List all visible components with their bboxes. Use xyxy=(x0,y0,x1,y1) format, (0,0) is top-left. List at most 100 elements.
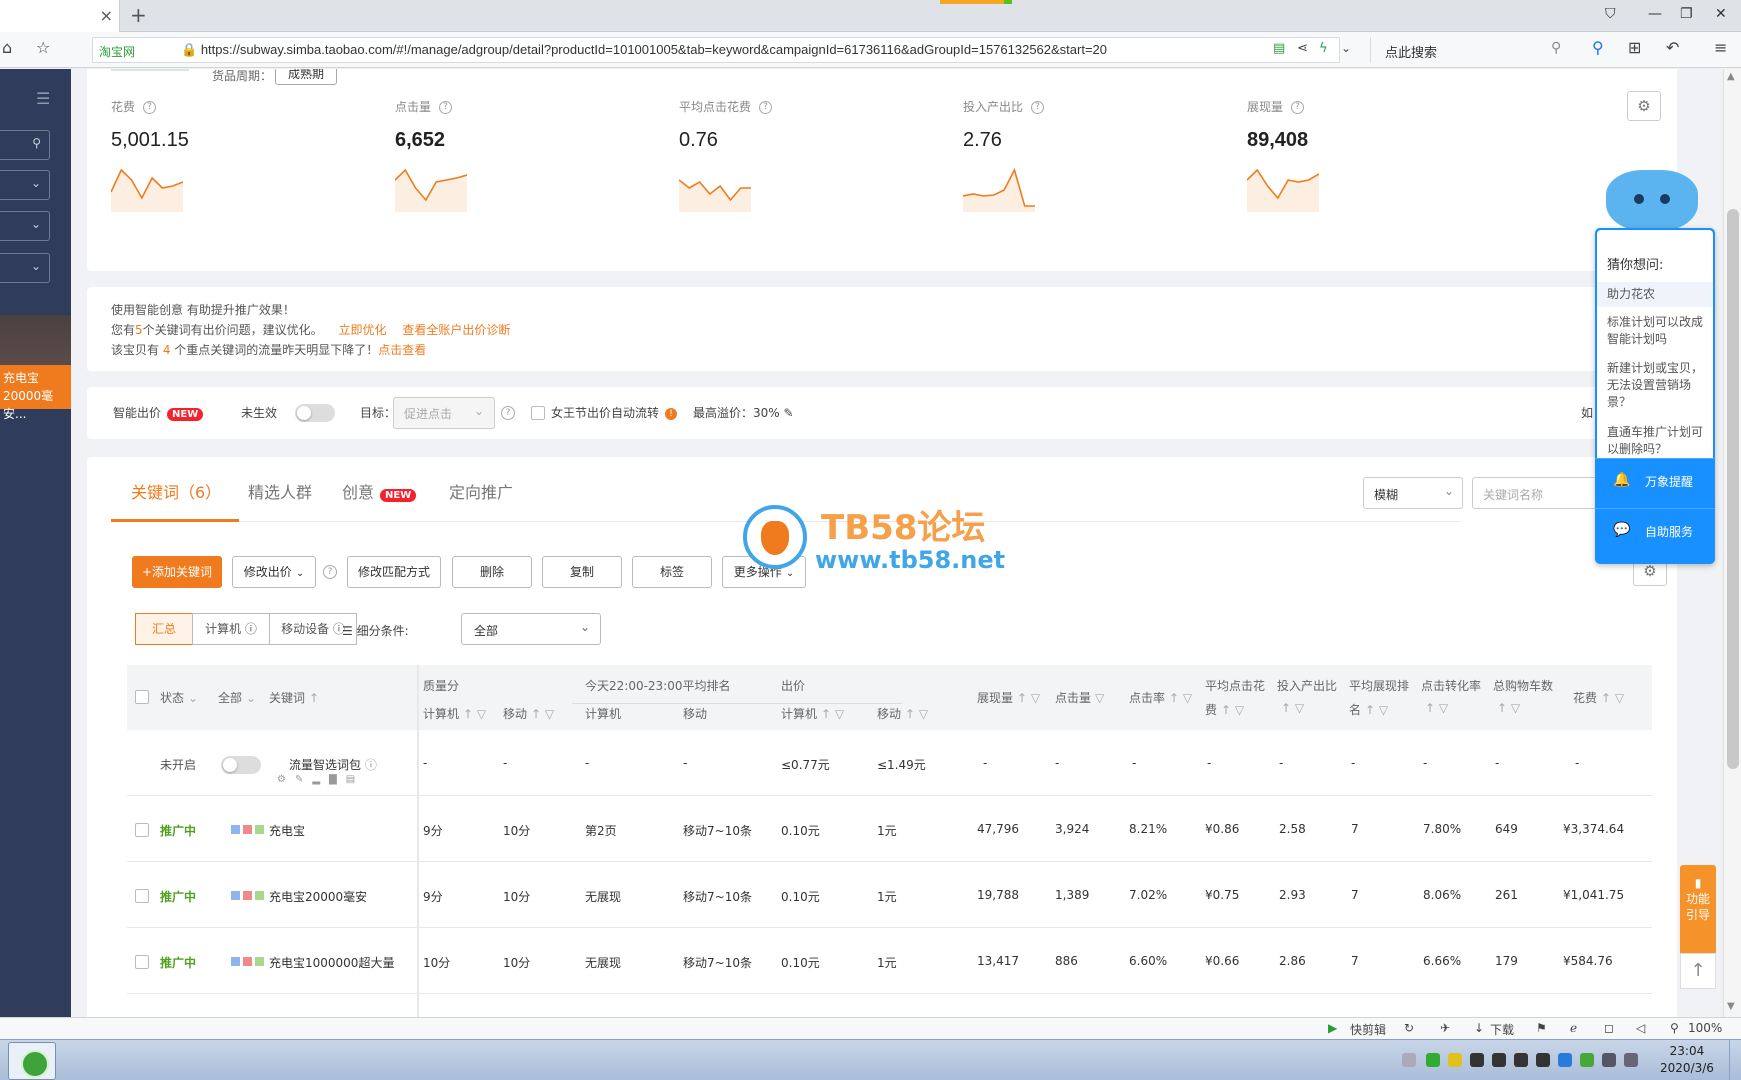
show-desktop-button[interactable] xyxy=(1729,1040,1741,1080)
clip-icon[interactable]: ▶ xyxy=(1328,1021,1337,1035)
th-quality-mobile[interactable]: 移动 ↑ ▽ xyxy=(503,705,554,722)
helper-question[interactable]: 新建计划或宝贝，无法设置营销场景？ xyxy=(1597,356,1713,415)
th-impressions[interactable]: 展现量 ↑ ▽ xyxy=(977,689,1040,706)
helper-question[interactable]: 直通车推广计划可以删除吗？ xyxy=(1597,420,1713,462)
cell-b-mobile[interactable]: 1元 xyxy=(877,888,897,905)
menu-icon[interactable]: ≡ xyxy=(1714,38,1727,57)
shield-icon[interactable] xyxy=(1558,1053,1572,1067)
goal-select[interactable]: 促进点击 ⌄ xyxy=(393,397,495,429)
restore-icon[interactable]: ❐ xyxy=(1680,6,1693,22)
help-icon[interactable]: ? xyxy=(759,101,773,114)
smart-bid-toggle[interactable] xyxy=(295,404,335,422)
th-cvr[interactable]: 点击转化率 xyxy=(1421,677,1481,694)
row-checkbox[interactable] xyxy=(135,823,149,837)
search-icon[interactable]: ⚲ xyxy=(1551,40,1561,56)
edit-pencil-icon[interactable]: ✎ xyxy=(784,406,794,420)
bid-diagnosis-link[interactable]: 查看全账户出价诊断 xyxy=(402,323,510,337)
home-icon[interactable]: ⌂ xyxy=(2,38,12,57)
pack-action-icons[interactable]: ⚙✎▂▇▤ xyxy=(277,774,364,785)
ie-icon[interactable]: ℯ xyxy=(1570,1021,1577,1035)
keyboard-icon[interactable] xyxy=(1402,1053,1416,1067)
helper-question[interactable]: 标准计划可以改成智能计划吗 xyxy=(1597,310,1713,352)
help-icon[interactable]: ? xyxy=(501,406,515,420)
help-icon[interactable]: ? xyxy=(143,101,157,114)
back-to-top-icon[interactable]: ↑ xyxy=(1680,953,1716,989)
flag-icon[interactable] xyxy=(1602,1053,1616,1067)
tab-audience[interactable]: 精选人群 xyxy=(248,479,312,503)
sound-tray-icon[interactable] xyxy=(1426,1053,1440,1067)
filter-select[interactable]: 全部 ⌄ xyxy=(461,613,601,645)
th-cost[interactable]: 花费 ↑ ▽ xyxy=(1573,689,1624,706)
cell-b-pc[interactable]: 0.10元 xyxy=(781,822,820,839)
row-color-tags[interactable] xyxy=(231,823,267,837)
th-cpc[interactable]: 平均点击花 xyxy=(1205,677,1265,694)
th-cvr-sort[interactable]: ↑ ▽ xyxy=(1421,701,1448,715)
th-carts-sort[interactable]: ↑ ▽ xyxy=(1493,701,1520,715)
reader-icon[interactable]: ▤ xyxy=(1273,41,1285,56)
help-icon[interactable]: ⓘ xyxy=(365,758,377,772)
cell-b-mobile[interactable]: ≤1.49元 xyxy=(877,756,926,773)
th-quality-pc[interactable]: 计算机 ↑ ▽ xyxy=(423,705,486,722)
helper-question[interactable]: 助力花农 xyxy=(1597,282,1713,307)
sidebar-select-2[interactable]: ⌄ xyxy=(0,211,50,241)
qq-icon[interactable] xyxy=(1536,1053,1550,1067)
pack-toggle[interactable] xyxy=(221,756,261,774)
th-cpc-2[interactable]: 费 ↑ ▽ xyxy=(1205,701,1244,718)
row-keyword[interactable]: 充电宝20000毫安 xyxy=(269,888,367,905)
row-checkbox[interactable] xyxy=(135,889,149,903)
qq-icon[interactable] xyxy=(1492,1053,1506,1067)
add-keyword-button[interactable]: +添加关键词 xyxy=(132,556,222,588)
th-ctr[interactable]: 点击率 ↑ ▽ xyxy=(1129,689,1192,706)
help-icon[interactable]: ? xyxy=(323,565,337,579)
browser-taskbar-icon[interactable] xyxy=(8,1042,56,1080)
qq-icon[interactable] xyxy=(1514,1053,1528,1067)
th-roi-sort[interactable]: ↑ ▽ xyxy=(1277,701,1304,715)
sidebar-select-1[interactable]: ⌄ xyxy=(0,170,50,200)
zoom-level[interactable]: 100% xyxy=(1688,1021,1722,1035)
undo-icon[interactable]: ↶ xyxy=(1666,38,1679,57)
segment-pc[interactable]: 计算机 ⓘ xyxy=(192,613,270,645)
keyword-search-input[interactable]: 关键词名称 xyxy=(1472,477,1612,509)
new-tab-icon[interactable]: + xyxy=(130,3,147,27)
sound-icon[interactable]: ◁ xyxy=(1636,1021,1645,1035)
cell-b-pc[interactable]: ≤0.77元 xyxy=(781,756,830,773)
system-clock[interactable]: 23:04 2020/3/6 xyxy=(1660,1043,1714,1077)
tab-keywords[interactable]: 关键词（6） xyxy=(131,479,221,503)
help-icon[interactable]: ? xyxy=(1031,101,1045,114)
th-carts[interactable]: 总购物车数 xyxy=(1493,677,1553,694)
sidebar-product-item[interactable]: 充电宝20000毫安... xyxy=(0,365,71,421)
row-keyword[interactable]: 充电宝 xyxy=(269,822,305,839)
dropdown-icon[interactable]: ⌄ xyxy=(1341,41,1351,55)
th-avgrank[interactable]: 平均展现排 xyxy=(1349,677,1409,694)
minimize-icon[interactable]: — xyxy=(1648,6,1662,22)
zoom-icon[interactable]: ⚲ xyxy=(1670,1021,1679,1035)
th-avgrank-2[interactable]: 名 ↑ ▽ xyxy=(1349,701,1388,718)
settings-gear-icon[interactable]: ⚙ xyxy=(1627,91,1661,121)
network-icon[interactable] xyxy=(1624,1053,1638,1067)
download-icon[interactable]: ↓ xyxy=(1474,1021,1484,1035)
help-icon[interactable]: ? xyxy=(1291,101,1305,114)
th-bid-mobile[interactable]: 移动 ↑ ▽ xyxy=(877,705,928,722)
row-color-tags[interactable] xyxy=(231,889,267,903)
row-checkbox[interactable] xyxy=(135,955,149,969)
tab-creative[interactable]: 创意 NEW xyxy=(342,479,417,503)
th-clicks[interactable]: 点击量 ▽ xyxy=(1055,689,1104,706)
match-mode-select[interactable]: 模糊 ⌄ xyxy=(1363,477,1463,509)
pin-icon[interactable]: ✈ xyxy=(1440,1021,1450,1035)
download-label[interactable]: 下载 xyxy=(1490,1021,1514,1038)
scroll-up-icon[interactable]: ▲ xyxy=(1727,71,1735,82)
bookmark-star-icon[interactable]: ☆ xyxy=(36,38,50,57)
modify-match-button[interactable]: 修改匹配方式 xyxy=(347,556,441,588)
browser-search[interactable]: 点此搜索 ⚲ xyxy=(1370,37,1600,63)
festival-checkbox[interactable] xyxy=(531,406,545,420)
cycle-button[interactable]: 成熟期 xyxy=(275,69,338,85)
delete-button[interactable]: 删除 xyxy=(452,556,532,588)
browser-tab[interactable]: × xyxy=(0,0,120,32)
wanxiang-reminder-button[interactable]: 🔔 万象提醒 xyxy=(1595,458,1715,506)
speed-icon[interactable]: ϟ xyxy=(1319,41,1328,56)
assistant-mascot[interactable] xyxy=(1606,170,1698,232)
cell-b-pc[interactable]: 0.10元 xyxy=(781,888,820,905)
th-roi[interactable]: 投入产出比 xyxy=(1277,677,1337,694)
th-status[interactable]: 状态 ⌄ xyxy=(160,689,198,706)
cell-b-pc[interactable]: 0.10元 xyxy=(781,954,820,971)
